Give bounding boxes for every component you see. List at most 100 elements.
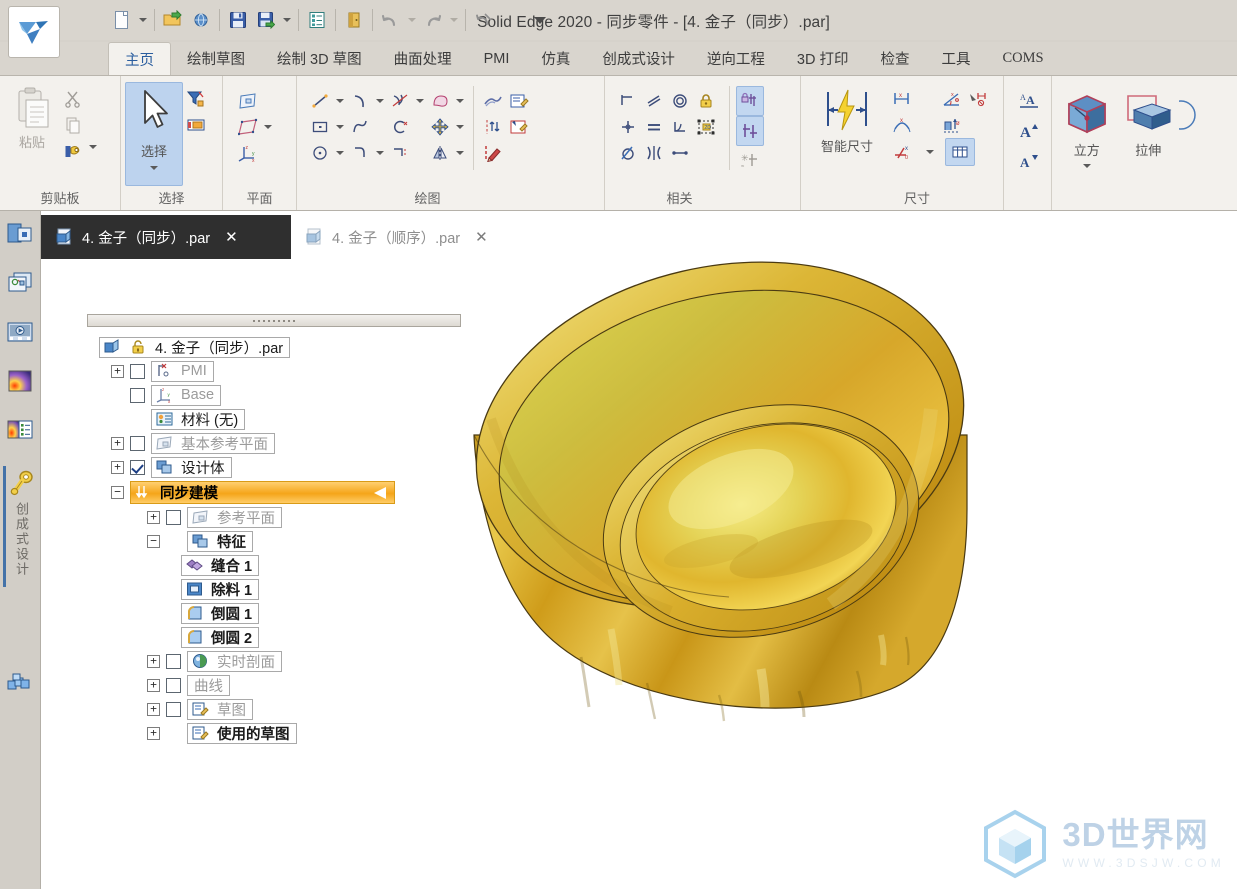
tab-reverse-engineering[interactable]: 逆向工程 bbox=[691, 42, 781, 75]
distance-between-button[interactable]: x bbox=[889, 86, 915, 112]
new-dropdown-button[interactable] bbox=[136, 7, 150, 33]
document-tab-sync[interactable]: 4. 金子（同步）.par ✕ bbox=[41, 215, 291, 259]
visibility-checkbox[interactable] bbox=[130, 435, 145, 451]
tree-node-root[interactable]: 4. 金子（同步）.par bbox=[99, 336, 291, 358]
visibility-checkbox[interactable] bbox=[130, 459, 145, 475]
undo-dropdown-button[interactable] bbox=[405, 7, 419, 33]
select-tool-button[interactable] bbox=[183, 112, 209, 138]
properties-button[interactable] bbox=[303, 5, 331, 35]
save-dropdown-button[interactable] bbox=[280, 7, 294, 33]
relationship-handles-button[interactable] bbox=[736, 86, 764, 116]
region-dropdown[interactable] bbox=[453, 88, 467, 114]
expander-icon[interactable]: − bbox=[111, 485, 124, 499]
save-button[interactable] bbox=[224, 5, 252, 35]
decrease-font-button[interactable]: A bbox=[1016, 146, 1042, 176]
expander-icon[interactable]: + bbox=[111, 436, 124, 450]
expander-icon[interactable]: + bbox=[111, 364, 124, 378]
draw-pencil-button[interactable] bbox=[480, 140, 506, 166]
dimension-axis-dropdown[interactable] bbox=[923, 139, 937, 165]
extrude-button[interactable]: 拉伸 bbox=[1118, 86, 1180, 159]
edit-sketch-button[interactable] bbox=[506, 88, 532, 114]
connect-button[interactable] bbox=[615, 114, 641, 140]
tree-node-sketch[interactable]: 草图 bbox=[187, 698, 253, 720]
visibility-checkbox[interactable] bbox=[166, 701, 181, 717]
tree-row-sketch[interactable]: + 草图 bbox=[91, 697, 461, 721]
tangent-arc-button[interactable] bbox=[347, 140, 373, 166]
tree-row-material[interactable]: 材料 (无) bbox=[91, 407, 461, 431]
repeat-button[interactable] bbox=[470, 5, 498, 35]
customize-qat-button[interactable] bbox=[526, 5, 554, 35]
tree-row-round-2[interactable]: 倒圆 2 bbox=[91, 625, 461, 649]
project-curve-button[interactable] bbox=[480, 88, 506, 114]
tree-row-design-body[interactable]: + 设计体 bbox=[91, 455, 461, 479]
equal-button[interactable] bbox=[641, 114, 667, 140]
new-document-button[interactable] bbox=[108, 5, 136, 35]
gold-ingot-model[interactable] bbox=[461, 259, 1237, 889]
undo-button[interactable] bbox=[377, 5, 405, 35]
tree-row-live-section[interactable]: + 实时剖面 bbox=[91, 649, 461, 673]
tree-node-design-body[interactable]: 设计体 bbox=[151, 456, 232, 478]
dimension-axis-button[interactable]: x0 bbox=[889, 139, 915, 165]
tab-inspect[interactable]: 检查 bbox=[864, 42, 925, 75]
tree-node-base-reference-planes[interactable]: 基本参考平面 bbox=[151, 432, 275, 454]
symmetric-button[interactable] bbox=[615, 140, 641, 166]
tree-node-reference-plane[interactable]: 参考平面 bbox=[187, 506, 282, 528]
application-button[interactable] bbox=[8, 6, 60, 58]
close-document-button[interactable] bbox=[340, 5, 368, 35]
coordinate-system-button[interactable]: zyx bbox=[235, 140, 261, 166]
pathfinder-panel-button[interactable] bbox=[5, 219, 35, 249]
tree-node-used-sketch[interactable]: 使用的草图 bbox=[187, 722, 297, 744]
coordinate-dimension-button[interactable] bbox=[965, 86, 991, 112]
tree-node-base[interactable]: zyx Base bbox=[151, 384, 222, 406]
region-button[interactable] bbox=[427, 88, 453, 114]
tree-row-sync-modeling[interactable]: − 同步建模 bbox=[91, 479, 461, 505]
document-tab-ordered[interactable]: 4. 金子（顺序）.par ✕ bbox=[291, 215, 541, 259]
graphics-viewport[interactable]: 3D世界网 WWW.3DSJW.COM bbox=[461, 259, 1237, 889]
horizontal-button[interactable] bbox=[667, 140, 693, 166]
open-document-button[interactable] bbox=[159, 5, 187, 35]
tree-row-base-reference-planes[interactable]: + 基本参考平面 bbox=[91, 431, 461, 455]
fillet-dropdown[interactable] bbox=[413, 88, 427, 114]
coincident-plane-button[interactable] bbox=[235, 88, 261, 114]
cube-dropdown-caret[interactable] bbox=[1082, 164, 1091, 168]
visibility-checkbox[interactable] bbox=[166, 653, 181, 669]
line-button[interactable] bbox=[307, 88, 333, 114]
visibility-checkbox[interactable] bbox=[130, 363, 145, 379]
dimension-table-button[interactable] bbox=[945, 138, 975, 166]
tree-node-round-1[interactable]: 倒圆 1 bbox=[181, 602, 260, 624]
animation-panel-button[interactable] bbox=[5, 317, 35, 347]
select-button[interactable]: 选择 bbox=[125, 82, 183, 186]
tree-row-round-1[interactable]: 倒圆 1 bbox=[91, 601, 461, 625]
tab-surfacing[interactable]: 曲面处理 bbox=[378, 42, 468, 75]
tree-row-stitch-1[interactable]: 缝合 1 bbox=[91, 553, 461, 577]
tab-tools[interactable]: 工具 bbox=[925, 42, 986, 75]
tree-node-sync-modeling[interactable]: 同步建模 bbox=[130, 480, 395, 504]
tree-row-reference-plane[interactable]: + 参考平面 bbox=[91, 505, 461, 529]
expander-icon[interactable]: + bbox=[147, 702, 160, 716]
tree-row-base[interactable]: zyx Base bbox=[91, 383, 461, 407]
lock-button[interactable] bbox=[693, 88, 719, 114]
visibility-checkbox[interactable] bbox=[130, 387, 145, 403]
tree-node-features[interactable]: 特征 bbox=[187, 530, 253, 552]
curve-button[interactable] bbox=[347, 114, 373, 140]
line-dropdown[interactable] bbox=[333, 88, 347, 114]
circle-button[interactable] bbox=[307, 140, 333, 166]
tab-generative-design[interactable]: 创成式设计 bbox=[586, 42, 691, 75]
tab-3d-printing[interactable]: 3D 打印 bbox=[781, 42, 865, 75]
increase-font-button[interactable]: A bbox=[1016, 116, 1042, 146]
paste-button[interactable]: 粘贴 bbox=[4, 82, 60, 151]
render-panel-button[interactable] bbox=[5, 366, 35, 396]
rectangle-button[interactable] bbox=[307, 114, 333, 140]
tree-row-cutout-1[interactable]: 除料 1 bbox=[91, 577, 461, 601]
clipboard-dropdown[interactable] bbox=[86, 134, 100, 160]
expander-icon[interactable]: + bbox=[111, 460, 124, 474]
tree-node-cutout-1[interactable]: 除料 1 bbox=[181, 578, 260, 600]
cut-button[interactable] bbox=[60, 86, 86, 112]
persist-relations-button[interactable]: ✳ ≈ bbox=[736, 146, 764, 176]
expander-icon[interactable]: + bbox=[147, 678, 160, 692]
parallel-plane-dropdown[interactable] bbox=[261, 114, 275, 140]
maintain-relations-button[interactable] bbox=[736, 116, 764, 146]
tree-node-live-section[interactable]: 实时剖面 bbox=[187, 650, 282, 672]
tab-pmi[interactable]: PMI bbox=[468, 42, 526, 75]
move-button[interactable] bbox=[427, 114, 453, 140]
